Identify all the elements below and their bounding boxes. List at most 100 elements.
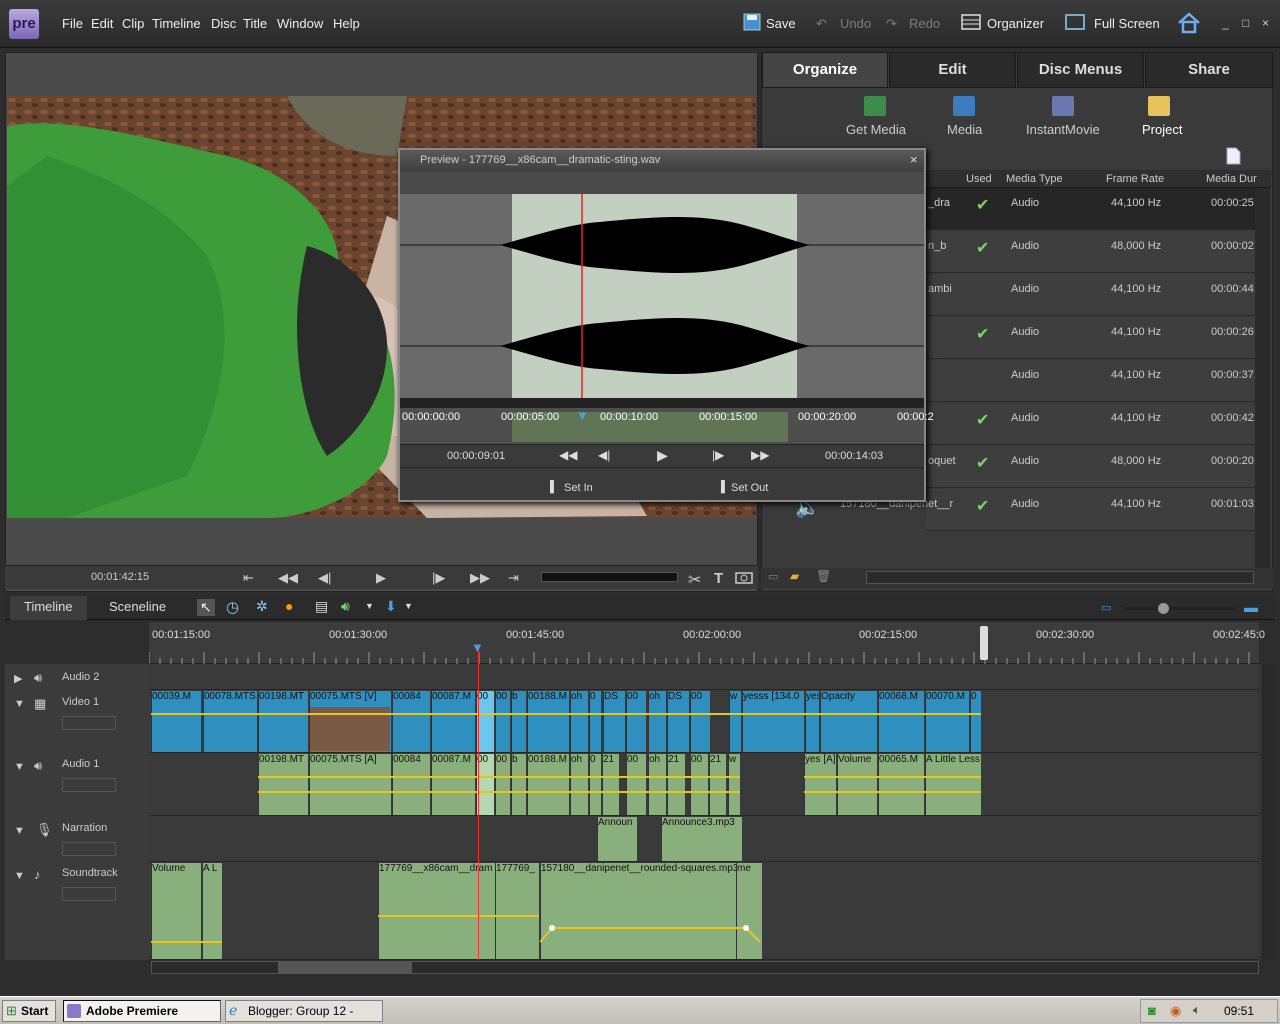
media-horizontal-scrollbar[interactable]: [866, 571, 1254, 584]
audio-clip[interactable]: A Little Less: [925, 754, 981, 815]
tab-edit[interactable]: Edit: [889, 52, 1016, 88]
media-icon[interactable]: [953, 96, 975, 116]
step-forward-icon[interactable]: |▶: [712, 448, 724, 462]
step-back-icon[interactable]: ◀|: [318, 570, 331, 586]
organizer-button[interactable]: Organizer: [987, 16, 1044, 31]
zoom-out-icon[interactable]: ▭: [1101, 601, 1111, 614]
step-forward-icon[interactable]: |▶: [432, 570, 445, 586]
keyframe-controls[interactable]: [62, 778, 116, 792]
scissors-icon[interactable]: ✂: [688, 570, 701, 590]
new-item-icon[interactable]: [1225, 147, 1241, 165]
taskbar-item-premiere[interactable]: Adobe Premiere Elem...: [63, 1000, 221, 1022]
tab-sceneline[interactable]: Sceneline: [95, 596, 180, 620]
col-frame-rate[interactable]: Frame Rate: [1106, 173, 1164, 185]
collapse-icon[interactable]: ▼: [14, 825, 25, 837]
undo-button[interactable]: Undo: [840, 16, 871, 31]
volume-line[interactable]: [804, 776, 981, 778]
minimize-button[interactable]: _: [1222, 16, 1229, 30]
video-clip[interactable]: DS: [667, 691, 689, 752]
table-row[interactable]: [926, 360, 1256, 402]
time-stretch-icon[interactable]: ◷: [226, 598, 239, 616]
redo-button[interactable]: Redo: [909, 16, 940, 31]
volume-line[interactable]: [151, 941, 222, 943]
tab-share[interactable]: Share: [1145, 52, 1273, 88]
video-clip[interactable]: 00078.MTS: [203, 691, 257, 752]
zoom-slider-thumb[interactable]: [1158, 603, 1169, 614]
clock[interactable]: 09:51: [1224, 1004, 1254, 1018]
subtab-media[interactable]: Media: [947, 122, 982, 137]
zoom-in-icon[interactable]: ▬: [1244, 599, 1258, 615]
audio-clip[interactable]: oh: [648, 754, 666, 815]
music-icon[interactable]: ♪: [34, 867, 41, 882]
video-clip[interactable]: DS: [603, 691, 625, 752]
audio-clip[interactable]: 00087.M: [431, 754, 475, 815]
subtab-project[interactable]: Project: [1142, 122, 1182, 137]
shuttle-slider[interactable]: [541, 572, 678, 582]
video-clip[interactable]: oh: [570, 691, 588, 752]
home-icon[interactable]: [1177, 12, 1201, 34]
video-clip[interactable]: yes [V]: [805, 691, 819, 752]
video-clip[interactable]: 00: [690, 691, 710, 752]
play-icon[interactable]: ▶: [376, 570, 386, 586]
menu-title[interactable]: Title: [243, 16, 267, 31]
audio-clip[interactable]: 00075.MTS [A]: [309, 754, 391, 815]
timeline-scroll-thumb[interactable]: [278, 962, 412, 973]
timeline-vertical-scrollbar[interactable]: [1260, 664, 1275, 960]
maximize-button[interactable]: □: [1242, 16, 1249, 30]
tab-timeline[interactable]: Timeline: [10, 596, 87, 620]
video-clip[interactable]: Opacity: [820, 691, 877, 752]
audio-clip[interactable]: Announ: [597, 817, 637, 861]
menu-disc[interactable]: Disc: [211, 16, 236, 31]
video-clip[interactable]: 00: [495, 691, 510, 752]
audio-clip[interactable]: 00: [626, 754, 646, 815]
taskbar-item-blogger[interactable]: Blogger: Group 12 - Fou...: [225, 1000, 383, 1022]
video-clip[interactable]: 00: [626, 691, 646, 752]
audio-clip[interactable]: 0: [589, 754, 601, 815]
media-vertical-scrollbar[interactable]: [1255, 188, 1270, 568]
full-screen-button[interactable]: Full Screen: [1094, 16, 1160, 31]
video-clip[interactable]: 0: [970, 691, 981, 752]
set-out-button[interactable]: Set Out: [731, 482, 768, 494]
speaker-icon[interactable]: 🔊︎: [34, 670, 42, 686]
save-icon[interactable]: [742, 13, 762, 31]
go-to-out-icon[interactable]: ⇥: [508, 570, 519, 586]
video-clip[interactable]: w: [729, 691, 741, 752]
instantmovie-icon[interactable]: [1052, 96, 1074, 116]
preview-scrollbar[interactable]: [400, 398, 924, 408]
table-row[interactable]: [926, 274, 1256, 316]
menu-timeline[interactable]: Timeline: [152, 16, 201, 31]
organizer-icon[interactable]: [961, 13, 981, 31]
volume-line[interactable]: [804, 791, 981, 793]
expand-icon[interactable]: ▶: [14, 672, 22, 685]
volume-line[interactable]: [258, 791, 740, 793]
menu-clip[interactable]: Clip: [122, 16, 144, 31]
motion-tracking-icon[interactable]: ✲: [256, 598, 268, 615]
audio-clip[interactable]: oh: [570, 754, 588, 815]
chevron-down-icon[interactable]: ▼: [404, 601, 413, 611]
fast-forward-icon[interactable]: ▶▶: [751, 448, 769, 462]
rewind-icon[interactable]: ◀◀: [278, 570, 298, 586]
volume-line[interactable]: [378, 915, 539, 917]
close-button[interactable]: ×: [1262, 16, 1269, 30]
step-back-icon[interactable]: ◀|: [598, 448, 610, 462]
trash-icon[interactable]: 🗑: [816, 569, 831, 583]
preview-close-button[interactable]: ×: [910, 152, 918, 167]
full-screen-icon[interactable]: [1065, 13, 1085, 31]
camera-icon[interactable]: [735, 570, 753, 584]
opacity-line[interactable]: [151, 713, 981, 715]
go-to-in-icon[interactable]: ⇤: [243, 570, 254, 586]
video-clip[interactable]: 00084: [392, 691, 430, 752]
fast-forward-icon[interactable]: ▶▶: [470, 570, 490, 586]
col-media-type[interactable]: Media Type: [1006, 173, 1063, 185]
rewind-icon[interactable]: ◀◀: [559, 448, 577, 462]
audio-clip[interactable]: 00188.M: [527, 754, 569, 815]
audio-clip[interactable]: 21: [602, 754, 619, 815]
menu-file[interactable]: File: [62, 16, 83, 31]
out-timecode[interactable]: 00:00:14:03: [825, 450, 883, 462]
work-area-end-handle[interactable]: [980, 626, 988, 660]
chevron-down-icon[interactable]: ▼: [365, 601, 374, 611]
set-in-button[interactable]: Set In: [564, 482, 593, 494]
audio-clip[interactable]: 00084: [392, 754, 430, 815]
audio-clip[interactable]: Volume: [837, 754, 877, 815]
audio-clip[interactable]: Announce3.mp3: [661, 817, 742, 861]
